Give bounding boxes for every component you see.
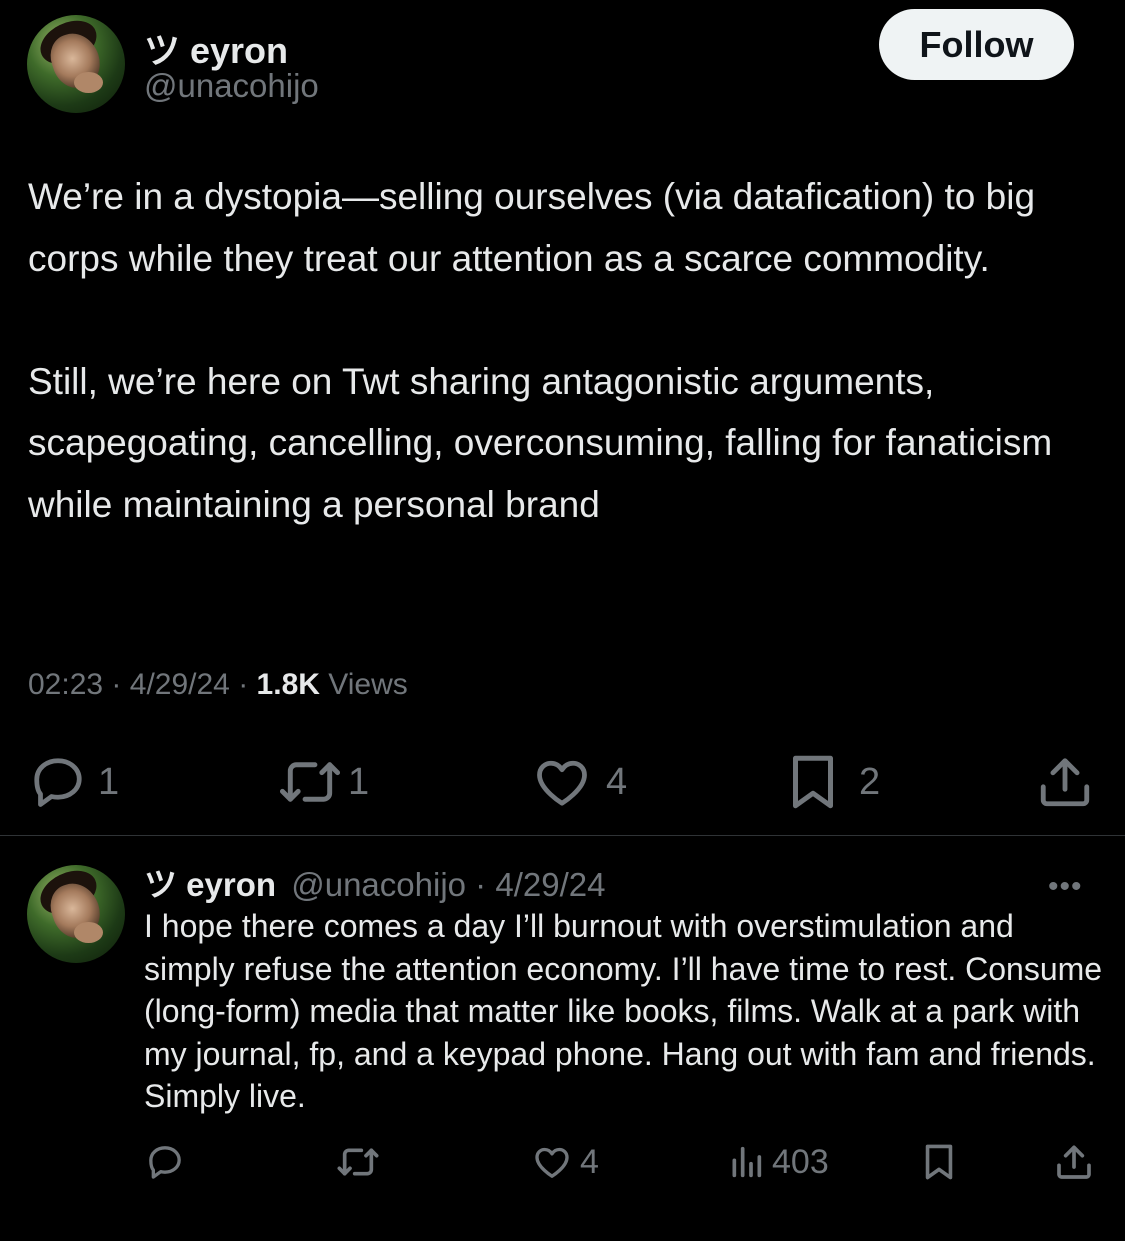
- tweet-paragraph: Still, we’re here on Twt sharing antagon…: [28, 360, 1053, 525]
- reply-date[interactable]: 4/29/24: [495, 866, 605, 903]
- like-icon: [537, 760, 587, 806]
- views-count[interactable]: 1.8K: [257, 668, 320, 701]
- reply-header: ツ eyron @unacohijo · 4/29/24: [144, 858, 605, 906]
- follow-button[interactable]: Follow: [879, 9, 1074, 80]
- more-options-icon[interactable]: •••: [1048, 870, 1083, 904]
- reply-share-button[interactable]: [1054, 1142, 1094, 1182]
- reply-separator: ·: [475, 866, 487, 903]
- views-icon: [732, 1146, 762, 1178]
- reply-bookmark-button[interactable]: [921, 1142, 957, 1182]
- reply-icon: [34, 758, 82, 807]
- reply-button[interactable]: 1: [28, 752, 119, 812]
- reply-count: 1: [98, 760, 120, 803]
- reply-text: I hope there comes a day I’ll burnout wi…: [144, 908, 1103, 1114]
- meta-separator: ·: [111, 668, 122, 701]
- tweet-date[interactable]: 4/29/24: [130, 668, 230, 701]
- bookmark-icon: [925, 1144, 953, 1180]
- like-button[interactable]: 4: [532, 752, 627, 812]
- reply-display-name[interactable]: ツ eyron: [144, 866, 276, 903]
- reply-views-count: 403: [772, 1142, 829, 1181]
- repost-icon: [337, 1148, 379, 1176]
- bookmark-button[interactable]: 2: [785, 752, 880, 812]
- author-handle[interactable]: @unacohijo: [144, 67, 319, 105]
- views-label: Views: [328, 668, 408, 701]
- avatar[interactable]: [27, 15, 125, 113]
- bookmark-count: 2: [859, 760, 881, 803]
- repost-count: 1: [348, 760, 370, 803]
- tweet-paragraph: We’re in a dystopia—selling ourselves (v…: [28, 176, 1036, 279]
- repost-icon: [279, 762, 341, 802]
- like-count: 4: [606, 760, 628, 803]
- divider: [0, 835, 1125, 836]
- share-icon: [1040, 758, 1090, 807]
- repost-button[interactable]: 1: [278, 752, 369, 812]
- reply-avatar[interactable]: [27, 865, 125, 963]
- tweet-time[interactable]: 02:23: [28, 668, 103, 701]
- reply-handle[interactable]: @unacohijo: [291, 866, 466, 903]
- reply-reply-button[interactable]: [145, 1142, 185, 1182]
- share-button[interactable]: [1036, 752, 1094, 812]
- reply-like-button[interactable]: 4: [532, 1142, 599, 1182]
- reply-like-count: 4: [580, 1142, 599, 1181]
- tweet-text: We’re in a dystopia—selling ourselves (v…: [28, 166, 1098, 535]
- bookmark-icon: [793, 755, 833, 809]
- like-icon: [535, 1147, 569, 1178]
- reply-views-button[interactable]: 403: [728, 1142, 829, 1182]
- meta-separator: ·: [238, 668, 249, 701]
- reply-repost-button[interactable]: [336, 1142, 380, 1182]
- reply-icon: [149, 1146, 181, 1179]
- share-icon: [1057, 1145, 1091, 1179]
- tweet-meta: 02:23 · 4/29/24 · 1.8K Views: [28, 668, 408, 702]
